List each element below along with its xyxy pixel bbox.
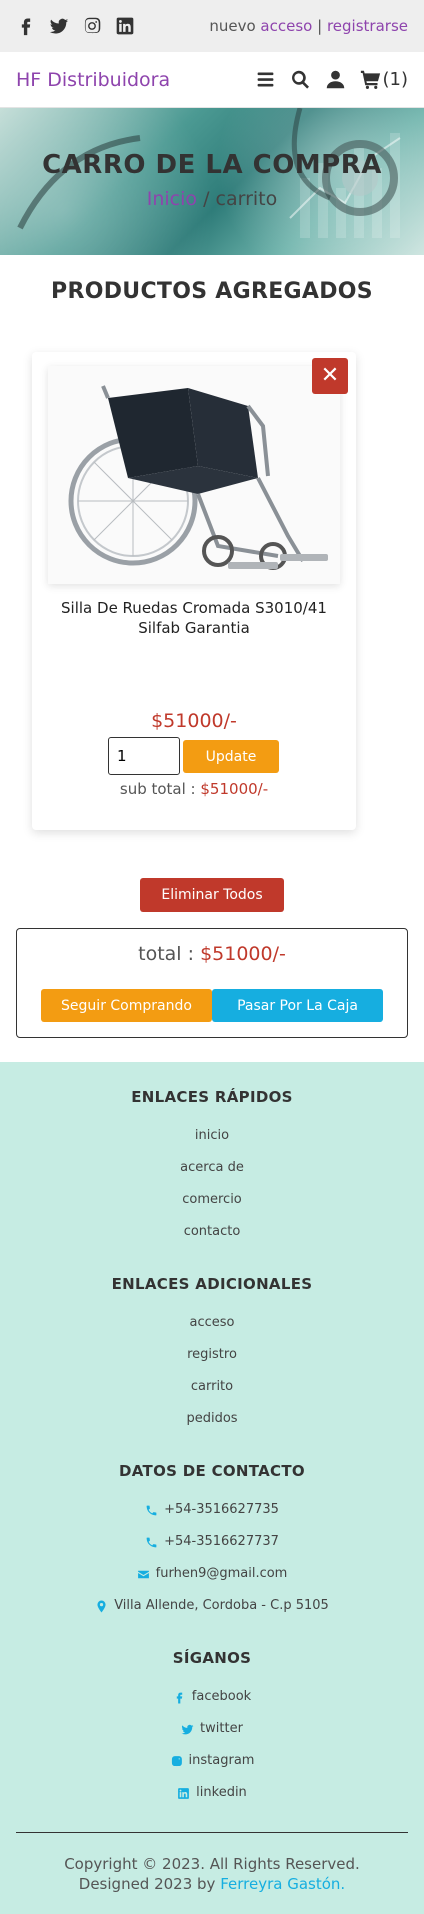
footer-contact: DATOS DE CONTACTO +54-3516627735 +54-351… bbox=[0, 1462, 424, 1622]
facebook-icon[interactable] bbox=[16, 16, 36, 36]
copyright: Copyright © 2023. All Rights Reserved. D… bbox=[28, 1854, 396, 1894]
footer-instagram-link[interactable]: instagram bbox=[0, 1745, 424, 1777]
extra-links-title: ENLACES ADICIONALES bbox=[111, 1275, 313, 1293]
instagram-icon[interactable] bbox=[82, 16, 102, 36]
facebook-text: facebook bbox=[191, 1689, 252, 1704]
delete-all-button[interactable]: Eliminar Todos bbox=[140, 878, 284, 912]
footer-link-carrito[interactable]: carrito bbox=[0, 1371, 424, 1403]
auth-separator: | bbox=[317, 17, 323, 35]
breadcrumb-home[interactable]: Inicio bbox=[147, 188, 197, 210]
footer: ENLACES RÁPIDOS inicio acerca de comerci… bbox=[0, 1062, 424, 1914]
breadcrumb: Inicio / carrito bbox=[0, 188, 424, 210]
twitter-icon[interactable] bbox=[49, 16, 69, 36]
subtotal-value: $51000/- bbox=[200, 780, 269, 798]
quantity-input[interactable] bbox=[108, 737, 180, 775]
footer-follow: SÍGANOS facebook twitter instagram linke… bbox=[0, 1649, 424, 1809]
footer-phone-2[interactable]: +54-3516627737 bbox=[0, 1526, 424, 1558]
update-button[interactable]: Update bbox=[183, 740, 279, 773]
quantity-row: Update bbox=[108, 737, 279, 775]
author-link[interactable]: Ferreyra Gastón. bbox=[220, 1875, 345, 1893]
linkedin-text: linkedin bbox=[196, 1785, 247, 1800]
subtotal-label: sub total : bbox=[119, 780, 196, 798]
product-name: Silla De Ruedas Cromada S3010/41 Silfab … bbox=[61, 599, 327, 637]
footer-linkedin-link[interactable]: linkedin bbox=[0, 1777, 424, 1809]
cart-count: (1) bbox=[382, 69, 409, 90]
subtotal: sub total : $51000/- bbox=[32, 780, 356, 798]
hero-background-image bbox=[17, 108, 401, 238]
facebook-icon bbox=[176, 1692, 183, 1703]
phone-icon bbox=[146, 1537, 157, 1547]
user-icon[interactable] bbox=[325, 69, 346, 90]
remove-item-button[interactable]: ✕ bbox=[312, 358, 348, 394]
phone-1-text: +54-3516627735 bbox=[164, 1502, 279, 1517]
cart-total: total : $51000/- bbox=[17, 943, 407, 965]
linkedin-icon[interactable] bbox=[115, 16, 135, 36]
cart-actions: Seguir Comprando Pasar Por La Caja bbox=[41, 989, 383, 1022]
envelope-icon bbox=[137, 1570, 149, 1578]
instagram-icon bbox=[171, 1755, 182, 1766]
footer-link-registro[interactable]: registro bbox=[0, 1339, 424, 1371]
footer-link-contacto[interactable]: contacto bbox=[0, 1216, 424, 1248]
menu-icon[interactable] bbox=[255, 69, 276, 90]
footer-facebook-link[interactable]: facebook bbox=[0, 1681, 424, 1713]
phone-2-text: +54-3516627737 bbox=[164, 1534, 279, 1549]
footer-phone-1[interactable]: +54-3516627735 bbox=[0, 1494, 424, 1526]
linkedin-icon bbox=[178, 1787, 190, 1799]
auth-links: nuevo acceso | registrarse bbox=[209, 17, 408, 35]
register-link[interactable]: registrarse bbox=[327, 17, 408, 35]
cart-icon bbox=[360, 69, 381, 90]
cart-button[interactable]: (1) bbox=[360, 69, 409, 90]
product-price: $51000/- bbox=[151, 710, 237, 732]
cart-total-box: total : $51000/- Seguir Comprando Pasar … bbox=[16, 928, 408, 1038]
hero-banner: CARRO DE LA COMPRA Inicio / carrito bbox=[0, 108, 424, 255]
product-card: ✕ Silla De Ruedas Cromada S3010/41 Silfa… bbox=[32, 352, 356, 830]
total-label: total : bbox=[138, 943, 195, 965]
footer-quick-links: ENLACES RÁPIDOS inicio acerca de comerci… bbox=[0, 1088, 424, 1248]
footer-divider bbox=[16, 1832, 408, 1833]
map-marker-icon bbox=[97, 1600, 106, 1612]
follow-title: SÍGANOS bbox=[172, 1649, 252, 1667]
footer-link-acceso[interactable]: acceso bbox=[0, 1307, 424, 1339]
phone-icon bbox=[146, 1505, 157, 1515]
footer-address: Villa Allende, Cordoba - C.p 5105 bbox=[0, 1590, 424, 1622]
footer-extra-links: ENLACES ADICIONALES acceso registro carr… bbox=[0, 1275, 424, 1435]
contact-title: DATOS DE CONTACTO bbox=[119, 1462, 305, 1480]
email-text: furhen9@gmail.com bbox=[155, 1566, 288, 1581]
twitter-text: twitter bbox=[200, 1721, 243, 1736]
footer-link-acerca[interactable]: acerca de bbox=[0, 1152, 424, 1184]
footer-link-pedidos[interactable]: pedidos bbox=[0, 1403, 424, 1435]
continue-shopping-button[interactable]: Seguir Comprando bbox=[41, 989, 212, 1022]
auth-prefix: nuevo bbox=[209, 17, 256, 35]
search-icon[interactable] bbox=[290, 69, 311, 90]
checkout-button[interactable]: Pasar Por La Caja bbox=[212, 989, 383, 1022]
instagram-text: instagram bbox=[188, 1753, 255, 1768]
total-value: $51000/- bbox=[200, 943, 286, 965]
page-title: CARRO DE LA COMPRA bbox=[42, 150, 382, 180]
address-text: Villa Allende, Cordoba - C.p 5105 bbox=[114, 1598, 329, 1613]
wheelchair-image bbox=[48, 366, 340, 584]
footer-link-inicio[interactable]: inicio bbox=[0, 1120, 424, 1152]
social-links bbox=[16, 16, 135, 36]
footer-email[interactable]: furhen9@gmail.com bbox=[0, 1558, 424, 1590]
quick-links-title: ENLACES RÁPIDOS bbox=[131, 1088, 293, 1106]
login-link[interactable]: acceso bbox=[260, 17, 312, 35]
header-icons: (1) bbox=[255, 69, 409, 90]
footer-link-comercio[interactable]: comercio bbox=[0, 1184, 424, 1216]
product-image[interactable] bbox=[48, 366, 340, 584]
main-header: HF Distribuidora (1) bbox=[0, 52, 424, 108]
footer-twitter-link[interactable]: twitter bbox=[0, 1713, 424, 1745]
twitter-icon bbox=[181, 1724, 194, 1734]
products-section-title: PRODUCTOS AGREGADOS bbox=[51, 279, 373, 304]
breadcrumb-current: / carrito bbox=[203, 188, 278, 210]
site-logo[interactable]: HF Distribuidora bbox=[16, 69, 170, 91]
top-bar: nuevo acceso | registrarse bbox=[0, 0, 424, 52]
